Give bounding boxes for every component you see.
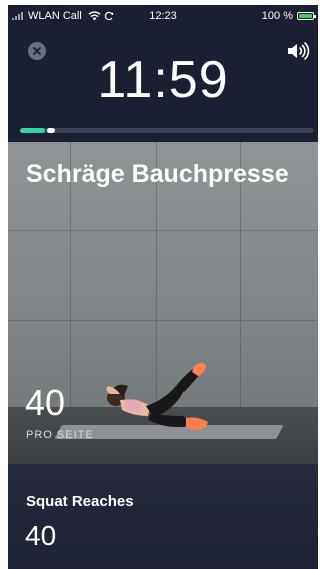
workout-progress-bar	[20, 128, 314, 133]
rep-count: 40	[25, 382, 66, 423]
progress-current-marker	[47, 128, 55, 133]
status-right: 100 %	[261, 10, 316, 22]
rep-unit: PRO SEITE	[26, 429, 94, 441]
workout-timer: 11:59	[97, 51, 229, 109]
battery-icon	[297, 12, 316, 20]
progress-completed	[20, 128, 45, 133]
battery-percent: 100 %	[261, 10, 293, 22]
workout-screen: WLAN Call 12:23 100 % 11:59 Schräge Bauc…	[8, 5, 318, 569]
next-exercise-name: Squat Reaches	[26, 493, 134, 510]
status-bar: WLAN Call 12:23 100 %	[8, 5, 318, 25]
exercise-title: Schräge Bauchpresse	[26, 160, 289, 188]
current-exercise-card[interactable]: Schräge Bauchpresse 40 PRO SEITE	[8, 142, 318, 464]
athlete-illustration	[106, 363, 208, 430]
next-exercise-reps: 40	[25, 520, 57, 551]
next-exercise-card[interactable]: Squat Reaches 40	[8, 464, 318, 569]
